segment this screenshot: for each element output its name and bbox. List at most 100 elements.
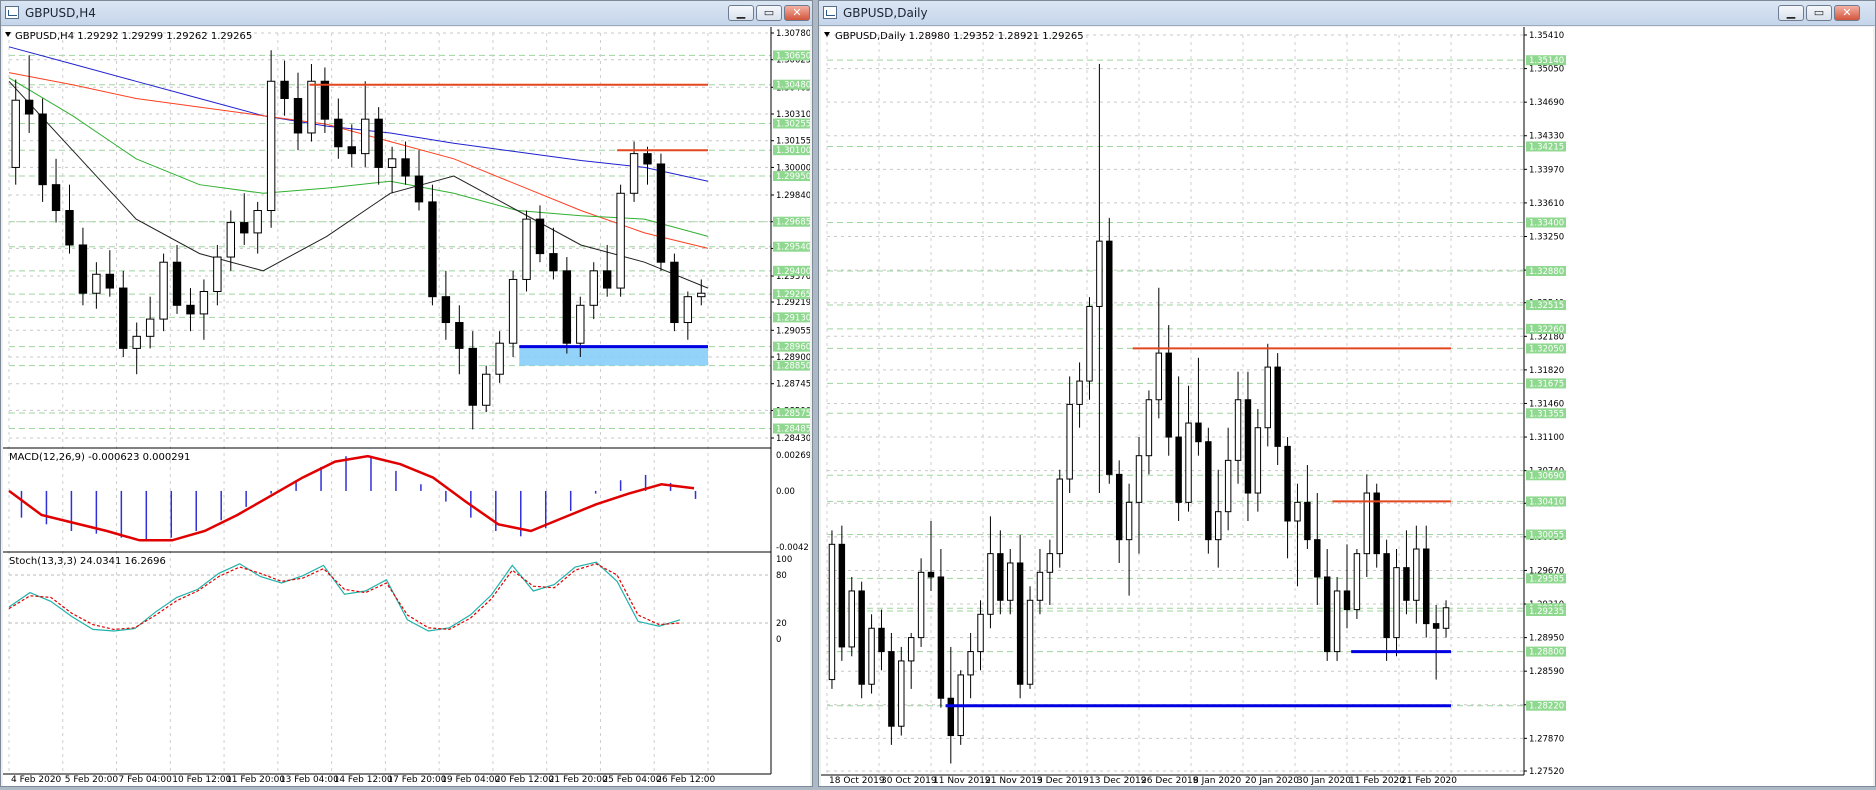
h4-chart-area[interactable]: 1.307801.306251.304651.303101.301551.300… — [3, 27, 817, 786]
level-price-label: 1.28485 — [776, 425, 810, 435]
candle-body — [387, 158, 397, 168]
level-price-label: 1.29130 — [776, 313, 810, 323]
candle-body — [848, 590, 855, 648]
level-price-label: 1.28575 — [776, 409, 810, 419]
candle-body — [280, 80, 289, 99]
candle-body — [927, 571, 935, 578]
candle-body — [1165, 352, 1172, 438]
candle-body — [1155, 352, 1163, 401]
minimize-button[interactable]: ▁ — [728, 5, 754, 21]
candle-body — [65, 210, 74, 246]
daily-info-label: GBPUSD,Daily 1.28980 1.29352 1.28921 1.2… — [835, 31, 1084, 42]
h4-window-titlebar[interactable]: GBPUSD,H4 ▁ ▭ ✕ — [1, 1, 812, 26]
h4-info-label: GBPUSD,H4 1.29292 1.29299 1.29262 1.2926… — [15, 31, 252, 42]
chart-dropdown-icon[interactable] — [5, 32, 11, 37]
time-axis-label: 11 Nov 2019 — [933, 776, 991, 786]
candle-body — [186, 304, 195, 315]
candle-body — [159, 261, 168, 320]
candle-body — [1432, 623, 1440, 629]
candle-body — [987, 553, 994, 615]
candle-body — [24, 99, 34, 115]
price-tick-label: 1.34330 — [1529, 132, 1564, 142]
candle-body — [119, 287, 128, 349]
price-tick-label: 1.33250 — [1529, 232, 1564, 242]
minimize-button[interactable]: ▁ — [1778, 5, 1804, 21]
candle-body — [414, 175, 424, 203]
level-price-label: 1.29585 — [1529, 574, 1564, 584]
candle-body — [1096, 240, 1103, 307]
price-tick-label: 1.35410 — [1529, 31, 1564, 41]
price-tick-label: 1.29055 — [776, 326, 810, 336]
time-axis-label: 21 Nov 2019 — [985, 776, 1043, 786]
candle-body — [576, 304, 585, 344]
candle-body — [1304, 501, 1311, 541]
level-price-label: 1.30480 — [776, 81, 810, 91]
candle-body — [401, 158, 410, 177]
candle-body — [1175, 436, 1182, 503]
level-price-label: 1.32260 — [1529, 325, 1564, 335]
level-price-label: 1.33400 — [1529, 218, 1564, 228]
candle-body — [549, 253, 558, 272]
candle-body — [697, 292, 706, 298]
candle-body — [347, 146, 356, 155]
price-tick-label: 1.29840 — [776, 191, 810, 201]
candle-body — [1224, 459, 1232, 513]
candle-body — [535, 218, 545, 255]
level-price-label: 1.32515 — [1529, 301, 1564, 311]
candle-body — [1115, 473, 1123, 541]
candle-body — [1284, 445, 1291, 522]
time-axis-label: 25 Feb 04:00 — [602, 775, 661, 785]
time-axis-label: 20 Jan 2020 — [1245, 776, 1299, 786]
candle-body — [253, 210, 262, 234]
stoch-tick-label: 0 — [776, 635, 781, 645]
close-button[interactable]: ✕ — [1834, 5, 1860, 21]
time-axis-label: 18 Oct 2019 — [829, 776, 885, 786]
moving-average-green — [8, 77, 709, 237]
candle-body — [1343, 590, 1351, 611]
time-axis-label: 19 Feb 04:00 — [441, 775, 500, 785]
price-tick-label: 1.28430 — [776, 434, 810, 444]
candle-body — [1125, 501, 1133, 541]
candle-body — [132, 335, 141, 349]
candle-body — [334, 118, 343, 148]
level-price-label: 1.31675 — [1529, 379, 1564, 389]
daily-chart-area[interactable]: 1.35410 1.35050 1.34690 1.34330 1.33970 1.336… — [821, 27, 1873, 786]
level-price-label: 1.30055 — [1529, 531, 1564, 541]
candle-body — [1244, 399, 1252, 494]
candle-body — [38, 113, 47, 186]
stoch-signal-line — [8, 563, 681, 631]
close-button[interactable]: ✕ — [784, 5, 810, 21]
candle-body — [1106, 240, 1113, 475]
candle-body — [226, 222, 235, 258]
candle-body — [92, 273, 101, 294]
price-tick-label: 1.31100 — [1529, 433, 1564, 443]
daily-window-titlebar[interactable]: GBPUSD,Daily ▁ ▭ ✕ — [819, 1, 1875, 26]
time-axis-label: 7 Feb 04:00 — [119, 775, 173, 785]
candle-body — [1056, 478, 1063, 555]
candle-body — [1442, 607, 1450, 629]
price-tick-label: 1.31460 — [1529, 399, 1564, 409]
level-price-label: 1.28800 — [1529, 648, 1564, 658]
h4-chart-window: GBPUSD,H4 ▁ ▭ ✕ 1.307801.306251.304651.3… — [0, 0, 817, 787]
candle-body — [105, 273, 115, 289]
moving-average-blue — [8, 46, 709, 182]
candle-body — [1036, 571, 1044, 601]
candle-body — [868, 627, 875, 685]
candle-body — [374, 118, 383, 168]
candle-body — [1205, 441, 1212, 541]
candle-body — [1274, 366, 1281, 447]
time-axis-label: 11 Feb 20:00 — [226, 775, 285, 785]
candle-body — [907, 637, 915, 662]
level-price-label: 1.35140 — [1529, 56, 1564, 66]
time-axis-label: 17 Feb 20:00 — [387, 775, 446, 785]
time-axis-label: 14 Feb 12:00 — [334, 775, 393, 785]
candle-body — [997, 553, 1004, 601]
level-price-label: 1.32880 — [1529, 267, 1564, 277]
maximize-button[interactable]: ▭ — [1806, 5, 1832, 21]
macd-signal-line — [8, 454, 695, 542]
candle-body — [145, 318, 155, 337]
candle-body — [51, 184, 61, 212]
candle-body — [878, 627, 885, 653]
candle-body — [937, 576, 945, 699]
maximize-button[interactable]: ▭ — [756, 5, 782, 21]
